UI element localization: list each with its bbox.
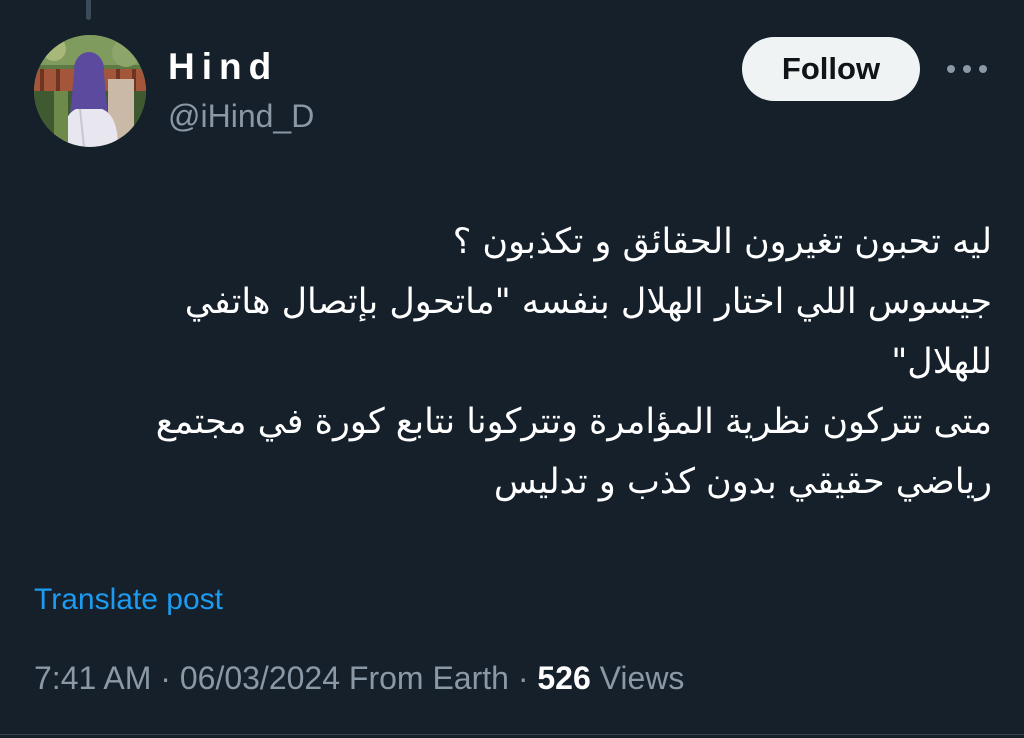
translate-post-link[interactable]: Translate post: [34, 580, 223, 620]
meta-separator: ·: [517, 660, 529, 696]
more-horizontal-icon[interactable]: [942, 52, 992, 86]
profile-photo-icon: [34, 35, 146, 147]
views-label[interactable]: Views: [600, 660, 685, 696]
follow-button[interactable]: Follow: [742, 37, 920, 101]
post-time[interactable]: 7:41 AM: [34, 660, 151, 696]
divider: [0, 734, 1024, 735]
post-text-line: متى تتركون نظرية المؤامرة وتتركونا نتابع…: [155, 402, 992, 442]
post-date[interactable]: 06/03/2024: [180, 660, 340, 696]
avatar[interactable]: [34, 35, 146, 147]
author-display-name[interactable]: Hind: [168, 45, 278, 89]
author-handle[interactable]: @iHind_D: [168, 96, 314, 136]
post-text: ليه تحبون تغيرون الحقائق و تكذبون ؟ جيسو…: [34, 212, 992, 512]
views-count[interactable]: 526: [537, 660, 590, 696]
post-metadata: 7:41 AM · 06/03/2024 From Earth · 526 Vi…: [34, 656, 684, 700]
post-text-line: رياضي حقيقي بدون كذب و تدليس: [493, 462, 992, 502]
post-text-line: جيسوس اللي اختار الهلال بنفسه "ماتحول بإ…: [184, 282, 992, 322]
post-source: From Earth: [348, 660, 509, 696]
thread-connector-line: [86, 0, 91, 20]
meta-separator: ·: [160, 660, 171, 696]
post-text-line: ليه تحبون تغيرون الحقائق و تكذبون ؟: [452, 222, 992, 262]
post-text-line: للهلال": [891, 342, 992, 382]
